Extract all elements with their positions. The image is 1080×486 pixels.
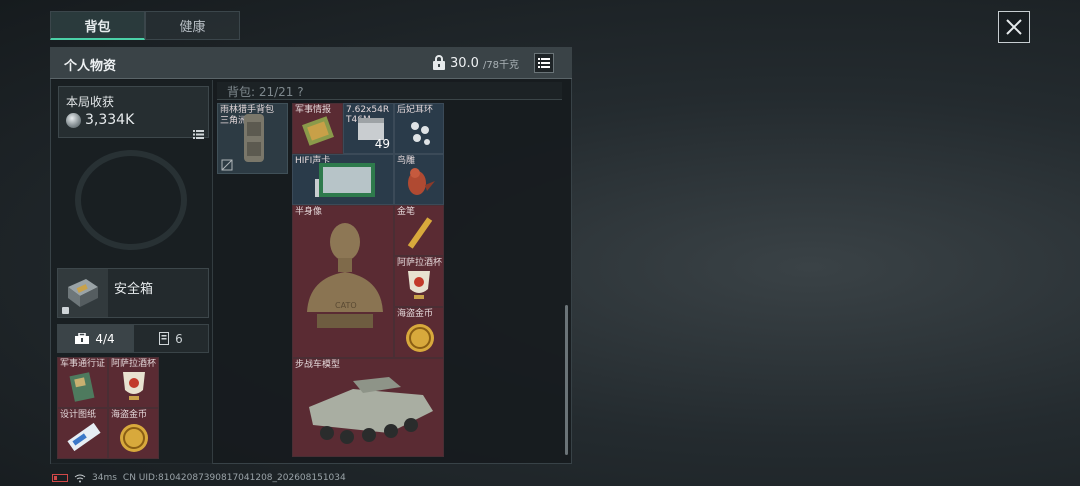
faction-emblem bbox=[75, 150, 187, 250]
list-icon bbox=[538, 58, 550, 68]
gold-coin-icon bbox=[120, 424, 148, 452]
subtab-safe-items[interactable]: 4/4 bbox=[57, 324, 133, 353]
weight-indicator: 30.0 /78千克 bbox=[432, 53, 519, 73]
armored-vehicle-icon bbox=[309, 377, 433, 444]
item-asara-cup[interactable]: 阿萨拉酒杯 bbox=[394, 256, 444, 307]
subtab-cards-count: 6 bbox=[175, 331, 183, 346]
safe-item-asara-cup[interactable]: 阿萨拉酒杯 bbox=[108, 357, 159, 408]
gold-pen-icon bbox=[407, 217, 433, 249]
harvest-amount: 3,334K bbox=[85, 112, 135, 128]
weight-max: /78千克 bbox=[482, 59, 520, 71]
item-ammo-box[interactable]: 7.62x54R T46M 49 bbox=[343, 103, 394, 154]
item-pirate-coin[interactable]: 海盗金币 bbox=[394, 307, 444, 358]
safe-box-label: 安全箱 bbox=[114, 282, 154, 297]
item-gold-pen[interactable]: 金笔 bbox=[394, 205, 444, 256]
sort-list-button[interactable] bbox=[534, 53, 554, 73]
safe-item-blueprint[interactable]: 设计图纸 bbox=[57, 408, 108, 459]
backpack-icon bbox=[221, 114, 264, 171]
toolbox-icon bbox=[75, 333, 90, 344]
soundcard-icon bbox=[315, 163, 375, 197]
safe-item-military-pass[interactable]: 军事通行证 bbox=[57, 357, 108, 408]
coin-icon bbox=[66, 112, 81, 128]
gold-coin-icon bbox=[406, 324, 434, 352]
panel-title: 个人物资 bbox=[64, 59, 117, 74]
bag-capacity: 背包: 21/21 ? bbox=[227, 85, 304, 99]
wifi-icon bbox=[74, 474, 86, 482]
harvest-list-button[interactable] bbox=[193, 124, 204, 143]
harvest-value: 3,334K bbox=[66, 112, 134, 128]
battery-icon bbox=[52, 474, 68, 482]
goblet-icon bbox=[123, 372, 145, 400]
tab-backpack[interactable]: 背包 bbox=[50, 11, 145, 40]
card-icon bbox=[159, 332, 170, 345]
military-pass-icon bbox=[69, 372, 95, 402]
status-footer: 34ms CN UID:8104208739081704120​8_202608… bbox=[52, 473, 346, 483]
goblet-icon bbox=[408, 271, 430, 299]
weight-current: 30.0 bbox=[450, 55, 479, 71]
subtab-cards[interactable]: 6 bbox=[133, 324, 209, 353]
blueprint-icon bbox=[67, 422, 101, 452]
close-icon bbox=[1006, 19, 1022, 35]
bust-plate: CATO bbox=[335, 301, 357, 310]
close-button[interactable] bbox=[998, 11, 1030, 43]
bird-statue-icon bbox=[408, 168, 435, 195]
item-ifv-model[interactable]: 步战车模型 bbox=[292, 358, 444, 457]
item-military-intel[interactable]: 军事情报 bbox=[292, 103, 343, 154]
safe-item-pirate-coin[interactable]: 海盗金币 bbox=[108, 408, 159, 459]
uid-text: CN UID:8104208739081704120​8_20260815103… bbox=[122, 473, 346, 483]
harvest-label: 本局收获 bbox=[66, 95, 115, 109]
bust-statue-icon bbox=[307, 223, 383, 328]
safe-box-icon bbox=[58, 269, 108, 317]
item-hifi-soundcard[interactable]: HIFI声卡 bbox=[292, 154, 394, 205]
weight-lock-icon bbox=[433, 55, 445, 70]
ammo-quantity: 49 bbox=[374, 137, 390, 151]
top-tabs: 背包 健康 bbox=[50, 11, 240, 40]
subtab-safe-count: 4/4 bbox=[95, 331, 115, 346]
intel-board-icon bbox=[302, 116, 334, 146]
earring-icon bbox=[411, 122, 430, 145]
backpack-item[interactable]: 雨林猎手背包 三角洲 bbox=[217, 103, 288, 174]
ping-text: 34ms bbox=[92, 473, 117, 483]
safe-subtabs: 4/4 6 bbox=[57, 324, 209, 353]
item-bird-statue[interactable]: 鸟雕 bbox=[394, 154, 444, 205]
item-earring[interactable]: 后妃耳环 bbox=[394, 103, 444, 154]
list-icon bbox=[193, 130, 204, 139]
item-bust-statue[interactable]: 半身像 CATO bbox=[292, 205, 394, 358]
tab-health[interactable]: 健康 bbox=[145, 11, 240, 40]
scrollbar[interactable] bbox=[565, 305, 568, 455]
